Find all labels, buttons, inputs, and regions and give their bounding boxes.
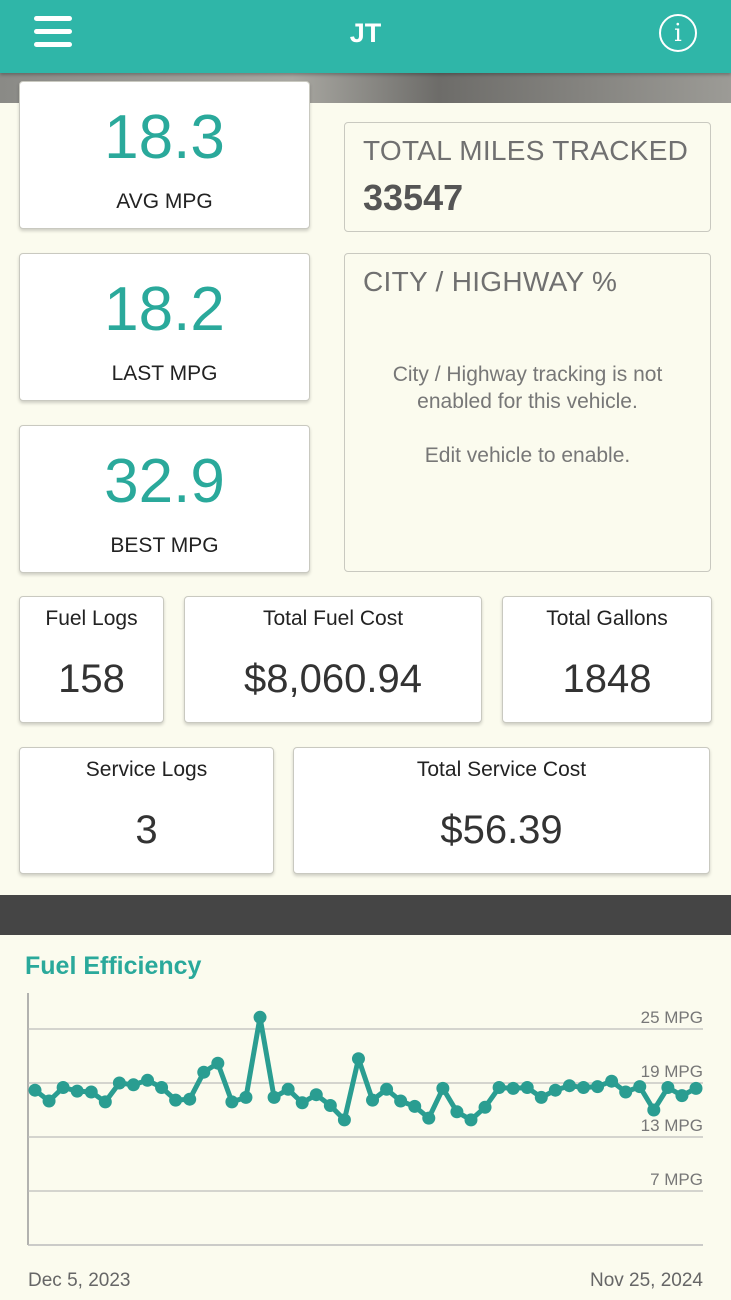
city-highway-panel: CITY / HIGHWAY % City / Highway tracking… xyxy=(344,253,711,572)
fuel-logs-value: 158 xyxy=(58,657,125,701)
data-point xyxy=(576,1081,590,1094)
app-header: JT i xyxy=(0,0,731,73)
avg-mpg-value: 18.3 xyxy=(104,103,225,172)
chart-end-date: Nov 25, 2024 xyxy=(589,1270,703,1291)
total-miles-value: 33547 xyxy=(363,177,464,218)
data-point xyxy=(689,1081,703,1095)
service-logs-label: Service Logs xyxy=(85,758,208,781)
data-point xyxy=(56,1081,70,1094)
total-service-cost-label: Total Service Cost xyxy=(416,758,587,781)
data-point xyxy=(548,1083,562,1097)
data-point xyxy=(183,1092,197,1106)
data-point xyxy=(84,1085,98,1099)
total-service-cost-card: Total Service Cost $56.39 xyxy=(293,747,710,874)
total-fuel-cost-card: Total Fuel Cost $8,060.94 xyxy=(184,596,482,723)
avg-mpg-card: 18.3 AVG MPG xyxy=(19,81,310,229)
data-point xyxy=(408,1099,422,1113)
data-point xyxy=(225,1095,239,1109)
data-point xyxy=(675,1089,689,1103)
data-point xyxy=(394,1094,408,1108)
data-point xyxy=(647,1103,661,1117)
data-point xyxy=(492,1081,506,1094)
city-highway-message-2: enabled for this vehicle. xyxy=(417,390,638,413)
y-tick-label: 25 MPG xyxy=(641,1008,703,1027)
data-point xyxy=(197,1065,211,1079)
service-logs-card[interactable]: Service Logs 3 xyxy=(19,747,274,874)
city-highway-title: CITY / HIGHWAY % xyxy=(363,266,618,297)
data-point xyxy=(169,1093,183,1107)
data-point xyxy=(112,1076,126,1090)
data-point xyxy=(141,1073,155,1087)
service-logs-value: 3 xyxy=(135,808,158,852)
data-point xyxy=(380,1082,394,1096)
data-point xyxy=(366,1093,380,1107)
data-point xyxy=(633,1080,647,1094)
data-point xyxy=(337,1113,351,1127)
data-point xyxy=(253,1010,267,1024)
data-point xyxy=(323,1099,337,1112)
data-point xyxy=(281,1082,295,1096)
data-point xyxy=(661,1081,675,1094)
data-point xyxy=(42,1094,56,1108)
data-point xyxy=(239,1090,253,1104)
best-mpg-card: 32.9 BEST MPG xyxy=(19,425,310,573)
series-line xyxy=(33,1014,698,1123)
data-point xyxy=(520,1081,534,1094)
data-point xyxy=(295,1096,309,1110)
data-point xyxy=(267,1090,281,1104)
data-point xyxy=(70,1084,84,1098)
last-mpg-label: LAST MPG xyxy=(111,362,218,385)
edit-vehicle-hint: Edit vehicle to enable. xyxy=(424,444,631,467)
total-service-cost-value: $56.39 xyxy=(440,808,563,852)
data-point xyxy=(28,1083,42,1097)
data-point xyxy=(562,1079,576,1093)
data-point xyxy=(605,1074,619,1088)
data-point xyxy=(619,1085,633,1099)
city-highway-message-1: City / Highway tracking is not xyxy=(392,363,663,386)
total-gallons-label: Total Gallons xyxy=(546,607,668,630)
info-icon[interactable]: i xyxy=(659,14,697,52)
fuel-logs-label: Fuel Logs xyxy=(45,607,138,630)
y-tick-label: 7 MPG xyxy=(650,1170,703,1189)
data-point xyxy=(478,1100,492,1114)
total-gallons-card: Total Gallons 1848 xyxy=(502,596,712,723)
last-mpg-value: 18.2 xyxy=(104,275,225,344)
data-point xyxy=(464,1113,478,1127)
data-point xyxy=(591,1080,605,1094)
total-miles-title: TOTAL MILES TRACKED xyxy=(363,135,689,166)
vehicle-title: JT xyxy=(349,18,382,48)
data-point xyxy=(450,1105,464,1119)
data-point xyxy=(155,1081,169,1094)
avg-mpg-label: AVG MPG xyxy=(116,190,213,213)
data-point xyxy=(98,1095,112,1109)
total-miles-panel: TOTAL MILES TRACKED 33547 xyxy=(344,122,711,232)
total-fuel-cost-value: $8,060.94 xyxy=(244,657,422,701)
data-point xyxy=(436,1081,450,1095)
fuel-efficiency-chart: 25 MPG 19 MPG 13 MPG 7 MPG xyxy=(27,993,703,1246)
y-tick-label: 19 MPG xyxy=(641,1062,703,1081)
data-point xyxy=(534,1090,548,1104)
best-mpg-label: BEST MPG xyxy=(110,534,219,557)
y-tick-label: 13 MPG xyxy=(641,1116,703,1135)
data-point xyxy=(422,1111,436,1125)
section-divider xyxy=(0,895,731,935)
data-point xyxy=(126,1078,140,1092)
data-point xyxy=(351,1052,365,1066)
best-mpg-value: 32.9 xyxy=(104,447,225,516)
chart-start-date: Dec 5, 2023 xyxy=(28,1270,131,1291)
total-fuel-cost-label: Total Fuel Cost xyxy=(262,607,404,630)
fuel-logs-card[interactable]: Fuel Logs 158 xyxy=(19,596,164,723)
data-point xyxy=(211,1056,225,1070)
last-mpg-card: 18.2 LAST MPG xyxy=(19,253,310,401)
chart-title: Fuel Efficiency xyxy=(25,952,202,980)
total-gallons-value: 1848 xyxy=(562,657,652,701)
data-point xyxy=(309,1088,323,1102)
data-point xyxy=(506,1081,520,1095)
